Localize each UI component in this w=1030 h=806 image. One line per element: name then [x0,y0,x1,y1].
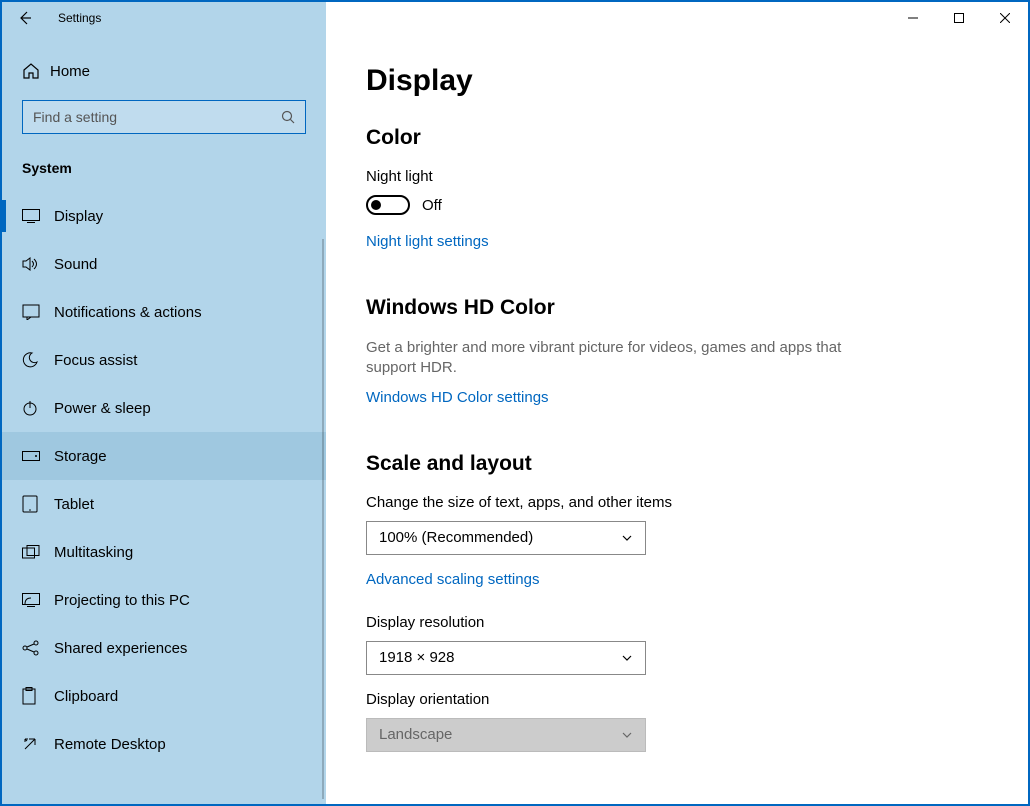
tablet-icon [22,495,54,513]
resolution-dropdown[interactable]: 1918 × 928 [366,641,646,675]
content-area: Display Color Night light Off Night ligh… [326,34,1028,804]
sidebar-item-clipboard[interactable]: Clipboard [2,672,326,720]
minimize-button[interactable] [890,2,936,34]
text-size-label: Change the size of text, apps, and other… [366,494,988,511]
home-label: Home [50,63,90,80]
titlebar-left: Settings [2,2,326,34]
sidebar-item-label: Remote Desktop [54,736,166,753]
search-wrap [2,90,326,154]
advanced-scaling-link[interactable]: Advanced scaling settings [366,571,539,588]
section-hdr: Windows HD Color [366,296,988,320]
moon-icon [22,352,54,368]
notifications-icon [22,304,54,320]
back-button[interactable] [2,2,48,34]
sidebar-item-label: Notifications & actions [54,304,202,321]
chevron-down-icon [621,532,633,544]
sidebar-item-tablet[interactable]: Tablet [2,480,326,528]
search-input[interactable] [33,109,281,125]
sidebar-item-label: Focus assist [54,352,137,369]
sidebar-item-storage[interactable]: Storage [2,432,326,480]
clipboard-icon [22,687,54,705]
shared-icon [22,640,54,656]
sidebar-item-label: Sound [54,256,97,273]
main-layout: Home System Display Sound Notifications … [2,34,1028,804]
maximize-button[interactable] [936,2,982,34]
power-icon [22,400,54,416]
orientation-label: Display orientation [366,691,988,708]
close-button[interactable] [982,2,1028,34]
sidebar-item-label: Clipboard [54,688,118,705]
close-icon [1000,13,1010,23]
toggle-knob [371,200,381,210]
hdr-settings-link[interactable]: Windows HD Color settings [366,389,549,406]
night-light-state: Off [422,197,442,214]
projecting-icon [22,593,54,607]
sidebar-item-label: Storage [54,448,107,465]
orientation-value: Landscape [379,726,452,743]
sidebar-item-label: Power & sleep [54,400,151,417]
home-icon [22,62,50,80]
sidebar-item-focus-assist[interactable]: Focus assist [2,336,326,384]
resolution-value: 1918 × 928 [379,649,455,666]
text-size-value: 100% (Recommended) [379,529,533,546]
titlebar: Settings [2,2,1028,34]
sidebar-item-shared-experiences[interactable]: Shared experiences [2,624,326,672]
sidebar-item-label: Multitasking [54,544,133,561]
app-title: Settings [58,11,101,25]
sidebar-item-power-sleep[interactable]: Power & sleep [2,384,326,432]
hdr-desc: Get a brighter and more vibrant picture … [366,338,886,379]
orientation-dropdown: Landscape [366,718,646,752]
sidebar-item-multitasking[interactable]: Multitasking [2,528,326,576]
night-light-toggle-row: Off [366,195,988,215]
storage-icon [22,451,54,461]
sidebar-scrollbar[interactable] [322,239,324,799]
chevron-down-icon [621,652,633,664]
sidebar-item-label: Tablet [54,496,94,513]
minimize-icon [908,13,918,23]
sidebar-item-label: Projecting to this PC [54,592,190,609]
sidebar-item-label: Display [54,208,103,225]
sidebar-item-sound[interactable]: Sound [2,240,326,288]
night-light-settings-link[interactable]: Night light settings [366,233,489,250]
maximize-icon [954,13,964,23]
chevron-down-icon [621,729,633,741]
sidebar-item-display[interactable]: Display [2,192,326,240]
search-box[interactable] [22,100,306,134]
sidebar-item-projecting[interactable]: Projecting to this PC [2,576,326,624]
multitasking-icon [22,545,54,559]
back-arrow-icon [17,10,33,26]
sidebar-item-remote-desktop[interactable]: Remote Desktop [2,720,326,768]
search-icon [281,110,295,124]
category-label: System [2,154,326,192]
sidebar: Home System Display Sound Notifications … [2,34,326,804]
sidebar-item-label: Shared experiences [54,640,187,657]
section-scale: Scale and layout [366,452,988,476]
remote-icon [22,736,54,752]
page-title: Display [366,64,988,98]
section-color: Color [366,126,988,150]
display-icon [22,209,54,223]
home-nav[interactable]: Home [2,52,326,90]
text-size-dropdown[interactable]: 100% (Recommended) [366,521,646,555]
window-controls [890,2,1028,34]
nav-list: Display Sound Notifications & actions Fo… [2,192,326,768]
night-light-toggle[interactable] [366,195,410,215]
sidebar-item-notifications[interactable]: Notifications & actions [2,288,326,336]
night-light-label: Night light [366,168,988,185]
resolution-label: Display resolution [366,614,988,631]
sound-icon [22,256,54,272]
